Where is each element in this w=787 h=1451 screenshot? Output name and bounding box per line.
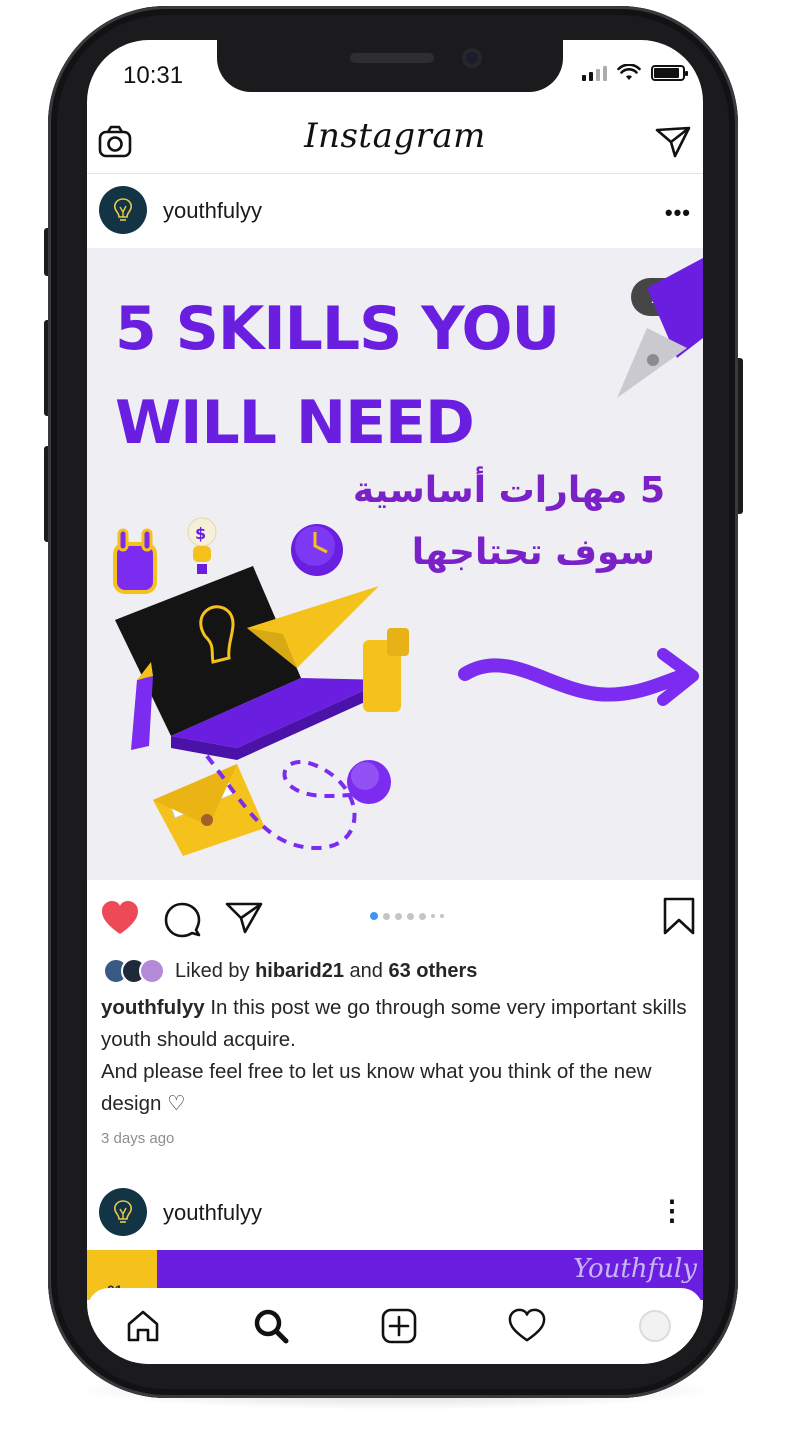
caption-username[interactable]: youthfulyy <box>101 996 205 1019</box>
paper-plane-icon[interactable] <box>653 122 693 167</box>
add-post-icon[interactable] <box>379 1306 419 1346</box>
post-username[interactable]: youthfulyy <box>163 198 262 224</box>
next-post-title: Youthfuly <box>573 1254 697 1284</box>
carousel-dot <box>370 912 378 920</box>
post-caption: youthfulyy In this post we go through so… <box>101 992 699 1120</box>
post-image[interactable]: 1/7 5 SKILLS YOU WILL NEED 5 مهارات أساس… <box>87 248 703 880</box>
lightbulb-icon <box>114 1200 132 1223</box>
post-header: youthfulyy ••• <box>87 176 703 248</box>
arrow-right-icon <box>458 648 699 706</box>
carousel-dot <box>419 912 426 920</box>
bottom-tab-bar <box>87 1288 703 1364</box>
liker-avatars <box>103 958 165 984</box>
comment-icon[interactable] <box>162 900 202 940</box>
carousel-dot <box>395 912 402 920</box>
lightbulb-icon: $ <box>187 517 217 574</box>
likes-user[interactable]: hibarid21 <box>255 960 344 983</box>
svg-text:$: $ <box>195 524 206 543</box>
status-icons <box>582 64 688 82</box>
speaker-grille <box>350 53 434 63</box>
fountain-pen-icon <box>617 258 703 398</box>
next-post-header: youthfulyy ⋮ <box>87 1176 703 1248</box>
carousel-dot <box>407 912 414 920</box>
search-icon[interactable] <box>251 1306 291 1346</box>
likes-connector: and <box>349 959 383 982</box>
avatar[interactable] <box>99 186 147 234</box>
avatar[interactable] <box>99 1188 147 1236</box>
likes-others[interactable]: 63 others <box>388 960 477 983</box>
share-icon[interactable] <box>223 898 265 938</box>
wifi-icon <box>617 64 641 80</box>
post-actions <box>87 890 703 946</box>
laptop-icon <box>115 566 387 760</box>
status-time: 10:31 <box>123 62 184 89</box>
lightbulb-icon <box>114 198 132 221</box>
profile-avatar-icon[interactable] <box>635 1306 675 1346</box>
likes-prefix: Liked by <box>175 959 250 982</box>
likes-summary[interactable]: Liked by hibarid21 and 63 others <box>103 956 477 986</box>
signal-icon <box>582 65 607 81</box>
notch <box>217 40 563 92</box>
coin-stack-icon <box>363 628 409 712</box>
carousel-dot <box>440 914 444 918</box>
phone-screen: 10:31 Instagram youthfulyy ••• 5 SKILLS … <box>87 40 703 1364</box>
envelope-icon <box>153 764 265 856</box>
more-options-icon[interactable]: ⋮ <box>658 1194 687 1227</box>
home-icon[interactable] <box>123 1306 163 1346</box>
rock-hand-icon <box>113 528 157 594</box>
illustration: $ <box>113 258 703 856</box>
app-header: Instagram <box>87 112 703 174</box>
carousel-dot <box>383 912 390 920</box>
clock-icon <box>291 524 343 576</box>
bookmark-icon[interactable] <box>661 896 697 936</box>
instagram-logo: Instagram <box>304 116 486 156</box>
next-post-username[interactable]: youthfulyy <box>163 1200 262 1226</box>
battery-icon <box>651 65 688 81</box>
pencil-icon <box>131 662 153 750</box>
more-options-icon[interactable]: ••• <box>665 200 691 226</box>
heart-icon[interactable] <box>99 898 141 938</box>
carousel-dot <box>431 914 435 918</box>
front-camera <box>462 48 482 68</box>
post-time-ago: 3 days ago <box>101 1130 175 1147</box>
carousel-dots <box>370 912 444 920</box>
caption-text-2: And please feel free to let us know what… <box>101 1060 652 1115</box>
heart-outline-icon[interactable] <box>507 1306 547 1346</box>
globe-icon <box>347 760 391 804</box>
